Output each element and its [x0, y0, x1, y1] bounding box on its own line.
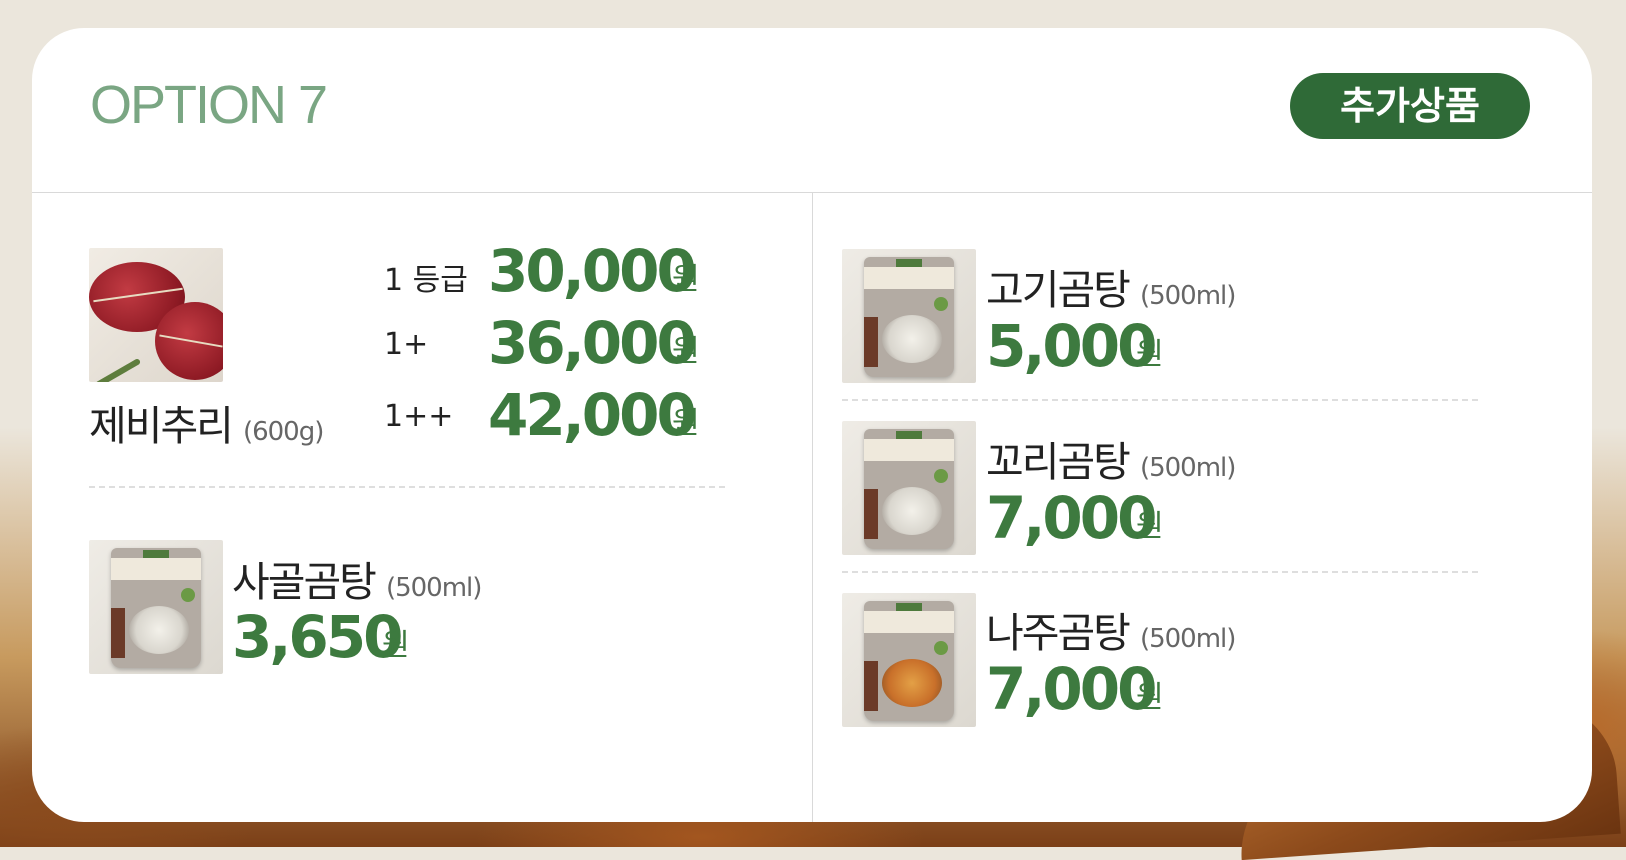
naju-gomtang-name: 나주곰탕 [986, 609, 1131, 657]
naju-gomtang-price: 7,000 [986, 655, 1157, 723]
sagol-name: 사골곰탕 [232, 558, 377, 606]
kkori-gomtang-price: 7,000 [986, 484, 1157, 552]
kkori-gomtang-size: (500ml) [1139, 453, 1236, 483]
jebichuri-name-row: 제비추리 (600g) [89, 392, 324, 452]
kkori-gomtang-image [842, 421, 976, 555]
grade-1-label: 1 등급 [384, 263, 468, 298]
right-separator-1 [842, 399, 1478, 401]
naju-gomtang-size: (500ml) [1139, 624, 1236, 654]
option-title: OPTION 7 [90, 75, 328, 135]
gogi-gomtang-image [842, 249, 976, 383]
gogi-gomtang-name: 고기곰탕 [986, 266, 1131, 314]
kkori-gomtang-unit: 원 [1136, 509, 1164, 544]
grade-1plusplus-label: 1++ [384, 399, 454, 434]
sagol-name-row: 사골곰탕 (500ml) [232, 548, 482, 608]
grade-1plus-price: 36,000 [488, 309, 697, 377]
right-separator-2 [842, 571, 1478, 573]
jebichuri-size: (600g) [242, 417, 324, 447]
sagol-image [89, 540, 223, 674]
sagol-unit: 원 [382, 628, 410, 663]
extra-products-badge: 추가상품 [1290, 73, 1530, 139]
grade-1plusplus-price: 42,000 [488, 381, 697, 449]
column-divider [812, 193, 813, 822]
sagol-price: 3,650 [232, 603, 403, 671]
naju-gomtang-image [842, 593, 976, 727]
card-header: OPTION 7 추가상품 [32, 28, 1592, 193]
gogi-gomtang-size: (500ml) [1139, 281, 1236, 311]
jebichuri-image [89, 248, 223, 382]
gogi-gomtang-name-row: 고기곰탕 (500ml) [986, 256, 1236, 316]
naju-gomtang-name-row: 나주곰탕 (500ml) [986, 599, 1236, 659]
grade-1plus-unit: 원 [672, 334, 700, 369]
naju-gomtang-unit: 원 [1136, 680, 1164, 715]
left-separator [89, 486, 725, 488]
jebichuri-name: 제비추리 [89, 402, 234, 450]
kkori-gomtang-name-row: 꼬리곰탕 (500ml) [986, 428, 1236, 488]
grade-1plus-label: 1+ [384, 327, 429, 362]
sagol-size: (500ml) [385, 573, 482, 603]
kkori-gomtang-name: 꼬리곰탕 [986, 438, 1131, 486]
grade-1-unit: 원 [672, 262, 700, 297]
grade-1plusplus-unit: 원 [672, 406, 700, 441]
gogi-gomtang-unit: 원 [1136, 337, 1164, 372]
grade-1-price: 30,000 [488, 237, 697, 305]
gogi-gomtang-price: 5,000 [986, 312, 1157, 380]
option-card: OPTION 7 추가상품 제비추리 (600g) 1 등급 30,000 원 … [32, 28, 1592, 822]
